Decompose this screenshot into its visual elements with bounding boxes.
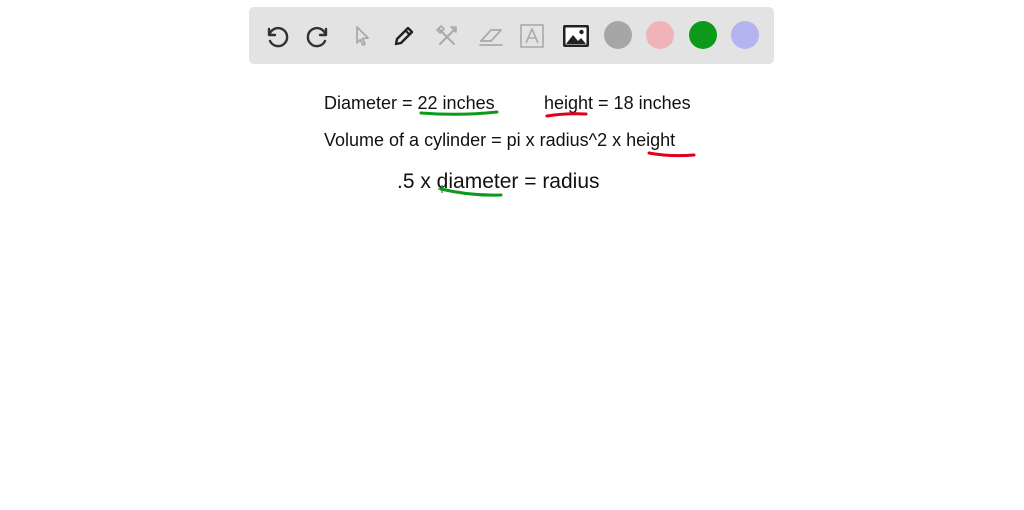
note-radius-formula: .5 x diameter = radius <box>397 170 600 193</box>
pencil-icon <box>394 26 414 46</box>
redo-icon <box>306 26 328 48</box>
redo-button[interactable] <box>302 19 336 53</box>
note-height: height = 18 inches <box>544 93 691 113</box>
color-swatch-lavender[interactable] <box>731 21 759 49</box>
tools-icon <box>436 25 457 45</box>
undo-icon <box>267 26 289 48</box>
note-volume-formula: Volume of a cylinder = pi x radius^2 x h… <box>324 130 676 150</box>
image-icon <box>563 25 589 47</box>
undo-button[interactable] <box>259 19 293 53</box>
color-swatch-gray[interactable] <box>604 21 632 49</box>
color-swatch-green[interactable] <box>689 21 717 49</box>
color-swatch-pink[interactable] <box>646 21 674 49</box>
tools-button[interactable] <box>430 19 464 53</box>
image-button[interactable] <box>559 19 593 53</box>
eraser-icon <box>479 29 503 46</box>
note-diameter: Diameter = 22 inches <box>324 93 495 113</box>
eraser-button[interactable] <box>474 19 508 53</box>
text-box-icon <box>520 24 544 48</box>
drawing-toolbar <box>249 7 774 64</box>
text-button[interactable] <box>515 19 549 53</box>
pencil-button[interactable] <box>387 19 421 53</box>
select-pointer-icon <box>356 26 369 46</box>
select-button[interactable] <box>345 19 379 53</box>
